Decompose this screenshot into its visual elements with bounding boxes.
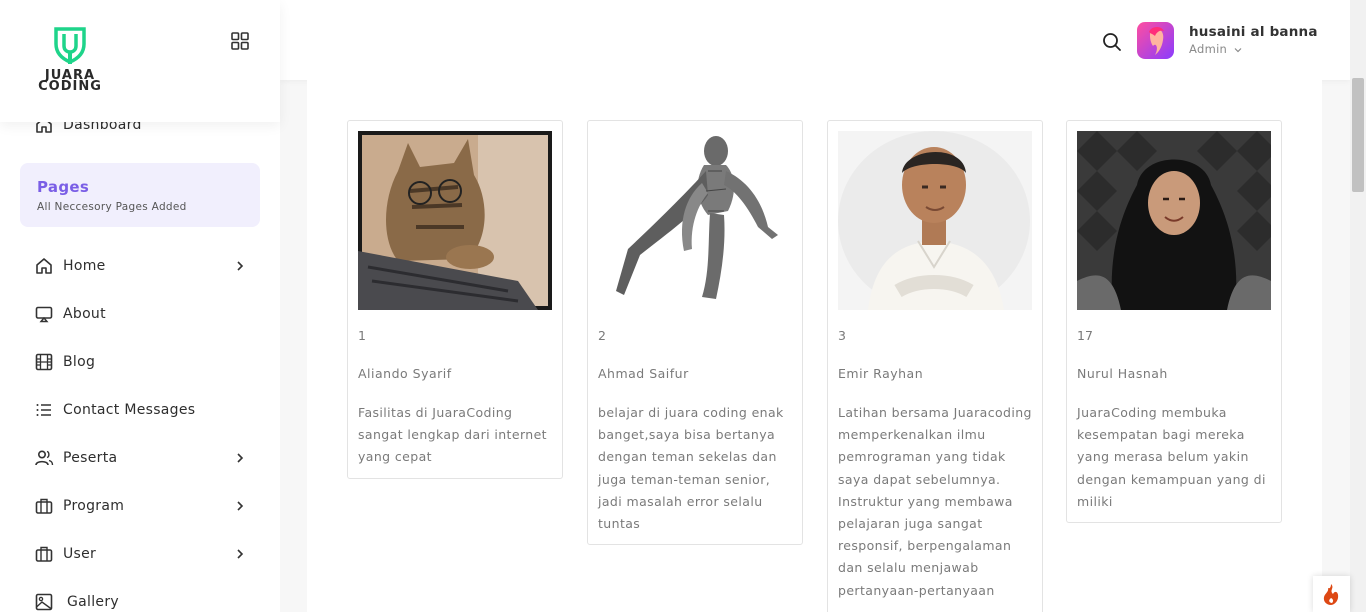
testimonial-number: 17 — [1077, 328, 1093, 343]
user-name: husaini al banna — [1189, 24, 1318, 40]
sidebar: JUARA CODING Dashboard Pages All Necceso… — [0, 0, 280, 612]
grid-menu-icon[interactable] — [230, 31, 250, 51]
logo-shield-icon — [54, 27, 86, 64]
search-icon[interactable] — [1101, 31, 1123, 53]
sidebar-item-label: Contact Messages — [63, 402, 196, 418]
sidebar-item-label: Home — [63, 258, 106, 274]
spiderman-figure-photo — [616, 136, 778, 299]
testimonial-card: 17 Nurul Hasnah JuaraCoding membuka kese… — [1066, 120, 1282, 523]
sidebar-item-label: Blog — [63, 354, 96, 370]
sidebar-item-label: About — [63, 306, 106, 322]
briefcase-icon — [35, 546, 53, 562]
sidebar-item-user[interactable]: User — [34, 540, 264, 568]
page-scrollbar[interactable] — [1350, 0, 1366, 612]
juara-coding-logo[interactable]: JUARA CODING — [33, 26, 107, 94]
avatar[interactable] — [1137, 22, 1174, 59]
testimonial-card: 2 Ahmad Saifur belajar di juara coding e… — [587, 120, 803, 545]
man-portrait-photo — [838, 131, 1032, 310]
testimonial-message: Fasilitas di JuaraCoding sangat lengkap … — [358, 405, 547, 465]
sidebar-item-label: Gallery — [67, 594, 119, 610]
briefcase-icon — [35, 498, 53, 514]
flame-icon — [1323, 584, 1339, 605]
scrollbar-thumb[interactable] — [1352, 78, 1364, 192]
sidebar-item-program[interactable]: Program — [34, 492, 264, 520]
sidebar-item-gallery[interactable]: Gallery — [34, 588, 264, 612]
chevron-right-icon — [237, 453, 244, 463]
monitor-icon — [35, 306, 53, 323]
testimonial-number: 1 — [358, 328, 366, 343]
logo-text: JUARA CODING — [38, 68, 102, 94]
home-icon — [36, 258, 52, 274]
film-icon — [35, 353, 53, 371]
testimonial-card: 3 Emir Rayhan Latihan bersama Juaracodin… — [827, 120, 1043, 612]
avatar-illustration — [1149, 26, 1164, 55]
testimonial-name: Nurul Hasnah — [1077, 366, 1168, 381]
woman-hijab-portrait-photo — [1077, 131, 1271, 310]
testimonial-photo — [1077, 131, 1271, 310]
sidebar-item-peserta[interactable]: Peserta — [34, 444, 264, 472]
testimonial-number: 3 — [838, 328, 846, 343]
sidebar-item-home[interactable]: Home — [34, 252, 264, 280]
image-icon — [35, 593, 53, 611]
testimonial-name: Ahmad Saifur — [598, 366, 689, 381]
sidebar-item-label: User — [63, 546, 97, 562]
sidebar-item-contact-messages[interactable]: Contact Messages — [34, 396, 264, 424]
chevron-right-icon — [237, 261, 244, 271]
sidebar-item-label: Peserta — [63, 450, 118, 466]
user-role-label: Admin — [1189, 42, 1228, 56]
user-role-dropdown[interactable]: Admin — [1189, 42, 1242, 56]
pages-title: Pages — [37, 178, 90, 196]
cat-with-laptop-photo — [358, 131, 552, 310]
testimonial-number: 2 — [598, 328, 606, 343]
brand-header: JUARA CODING — [0, 0, 280, 122]
sidebar-item-label: Program — [63, 498, 125, 514]
sidebar-item-blog[interactable]: Blog — [34, 348, 264, 376]
pages-section: Pages All Neccesory Pages Added — [20, 163, 260, 227]
pages-subtitle: All Neccesory Pages Added — [37, 201, 187, 213]
top-header: husaini al banna Admin — [280, 0, 1350, 80]
users-icon — [35, 450, 54, 466]
chevron-right-icon — [237, 549, 244, 559]
testimonial-photo — [358, 131, 552, 310]
testimonial-message: Latihan bersama Juaracoding memperkenalk… — [838, 405, 1032, 598]
testimonial-photo — [838, 131, 1032, 310]
testimonial-message: belajar di juara coding enak banget,saya… — [598, 405, 784, 532]
testimonial-card: 1 Aliando Syarif Fasilitas di JuaraCodin… — [347, 120, 563, 479]
testimonial-name: Emir Rayhan — [838, 366, 924, 381]
testimonial-message: JuaraCoding membuka kesempatan bagi mere… — [1077, 405, 1266, 509]
codeigniter-debug-button[interactable] — [1313, 576, 1350, 612]
chevron-right-icon — [237, 501, 244, 511]
sidebar-item-about[interactable]: About — [34, 300, 264, 328]
list-icon — [36, 404, 51, 416]
testimonial-name: Aliando Syarif — [358, 366, 452, 381]
testimonial-photo — [598, 131, 792, 310]
chevron-down-icon — [1234, 47, 1242, 52]
